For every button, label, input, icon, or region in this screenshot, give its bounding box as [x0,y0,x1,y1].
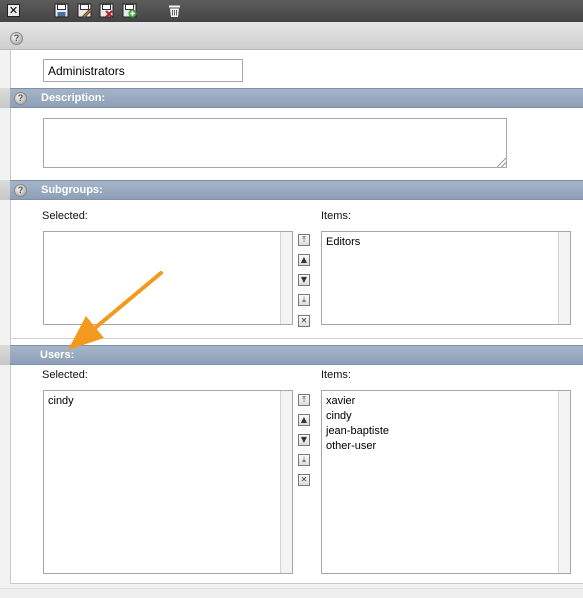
footer-strip [0,588,583,598]
divider [10,338,583,339]
users-selected-label: Selected: [42,369,88,381]
subgroups-items-label: Items: [321,210,351,222]
help-icon[interactable]: ? [10,32,23,45]
move-down-icon[interactable]: ▼ [298,274,310,286]
description-section-header: Description: [10,88,583,108]
list-item[interactable]: other-user [326,440,376,452]
resize-grip-icon[interactable] [497,158,506,167]
scrollbar[interactable] [280,391,292,573]
move-top-icon[interactable]: ⤒ [298,394,310,406]
toolbar: ✕ [0,0,583,22]
move-up-icon[interactable]: ▲ [298,254,310,266]
subgroups-selected-label: Selected: [42,210,88,222]
save-close-icon[interactable] [99,3,114,18]
save-icon[interactable] [54,3,69,18]
list-item[interactable]: cindy [48,395,74,407]
move-up-icon[interactable]: ▲ [298,414,310,426]
section-gutter [0,345,10,365]
users-items-label: Items: [321,369,351,381]
subgroups-items-list[interactable]: Editors [321,231,571,325]
users-section-header: Users: [10,345,583,365]
move-bottom-icon[interactable]: ⤓ [298,454,310,466]
move-down-icon[interactable]: ▼ [298,434,310,446]
scrollbar[interactable] [280,232,292,324]
users-items-list[interactable]: xavier cindy jean-baptiste other-user [321,390,571,574]
scrollbar[interactable] [558,391,570,573]
info-bar: ? [0,22,583,50]
help-icon[interactable]: ? [14,184,27,197]
save-as-icon[interactable] [77,3,92,18]
close-icon[interactable]: ✕ [7,4,20,17]
list-item[interactable]: jean-baptiste [326,425,389,437]
move-bottom-icon[interactable]: ⤓ [298,294,310,306]
group-name-input[interactable] [43,59,243,82]
subgroups-section-title: Subgroups: [41,184,103,196]
section-gutter [0,88,10,108]
remove-icon[interactable]: ✕ [298,474,310,486]
subgroups-section-header: Subgroups: [10,180,583,200]
list-item[interactable]: xavier [326,395,355,407]
description-textarea[interactable] [43,118,507,168]
section-gutter [0,180,10,200]
scrollbar[interactable] [558,232,570,324]
description-section-title: Description: [41,92,106,104]
list-item[interactable]: cindy [326,410,352,422]
users-section-title: Users: [40,349,75,361]
trash-icon[interactable] [167,3,182,18]
help-icon[interactable]: ? [14,92,27,105]
subgroups-selected-list[interactable] [43,231,293,325]
save-new-icon[interactable] [122,3,137,18]
users-selected-list[interactable]: cindy [43,390,293,574]
list-item[interactable]: Editors [326,236,360,248]
move-top-icon[interactable]: ⤒ [298,234,310,246]
remove-icon[interactable]: ✕ [298,315,310,327]
